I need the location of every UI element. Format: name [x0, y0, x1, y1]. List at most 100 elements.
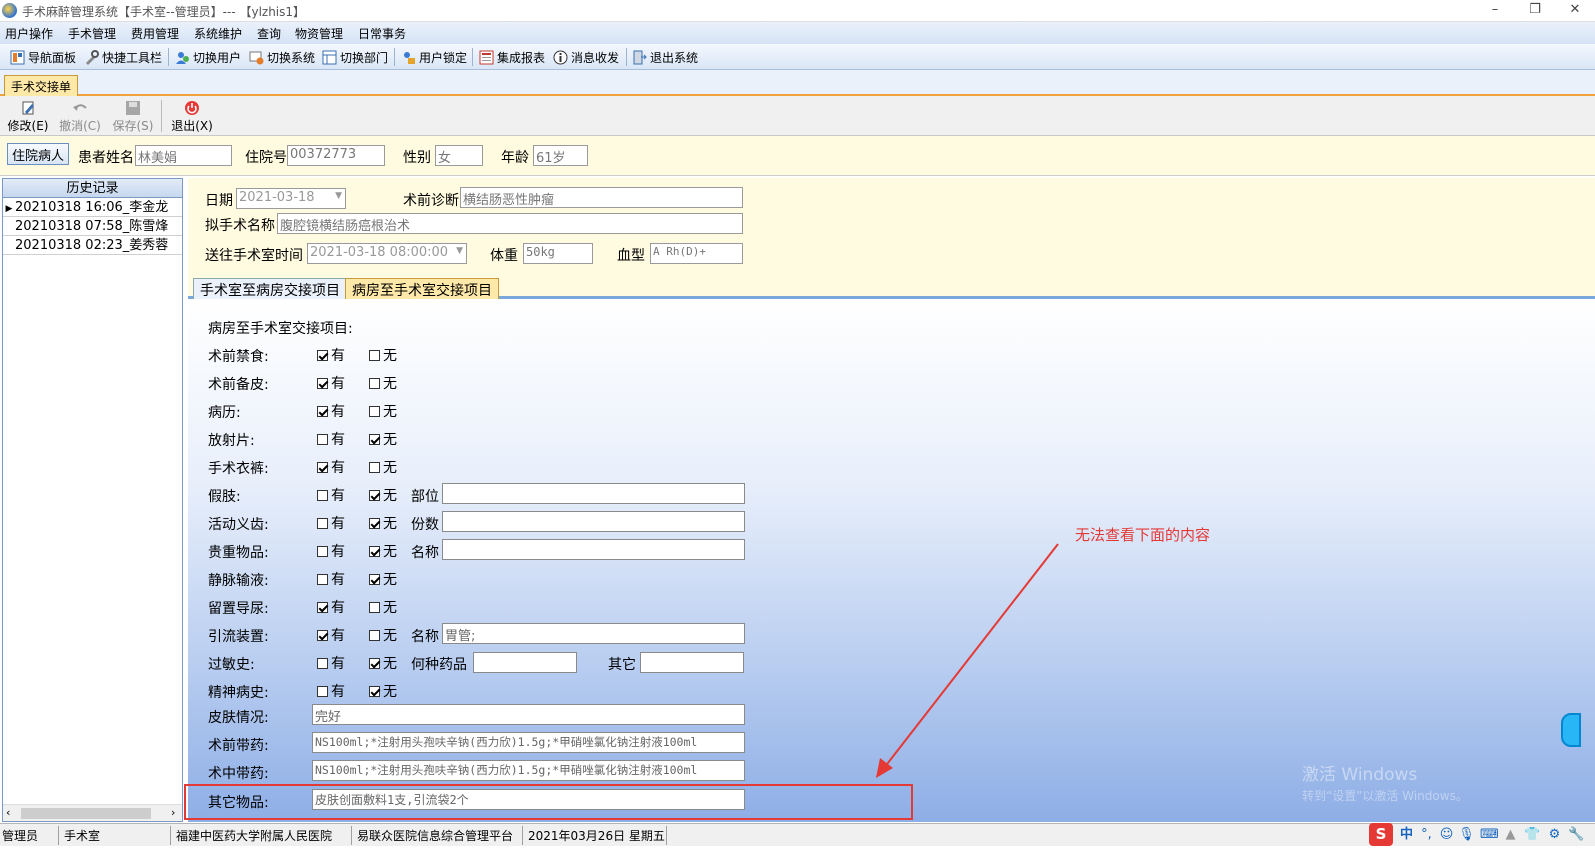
checkbox-no[interactable]: 无: [369, 541, 397, 561]
intraop-drug-field[interactable]: NS100ml;*注射用头孢呋辛钠(西力欣)1.5g;*甲硝唑氯化钠注射液100…: [312, 760, 745, 781]
handover-extra-field[interactable]: [442, 483, 745, 504]
toolbar-separator: [394, 48, 395, 66]
microphone-icon[interactable]: 🎙: [1458, 826, 1475, 843]
punctuation-icon[interactable]: °,: [1418, 826, 1435, 843]
keyboard-icon[interactable]: ⌨: [1480, 826, 1499, 843]
checkbox-no[interactable]: 无: [369, 457, 397, 477]
menu-surgery-mgmt[interactable]: 手术管理: [68, 25, 116, 42]
wrench-icon[interactable]: 🔧: [1568, 826, 1585, 843]
send-time-picker[interactable]: 2021-03-18 08:00:00 ▼: [307, 243, 467, 264]
toolbox-icon[interactable]: ⚙: [1546, 826, 1563, 843]
checkbox-yes[interactable]: 有: [317, 373, 345, 393]
admission-no-field[interactable]: 00372773: [287, 145, 385, 166]
sogou-ime-icon[interactable]: S: [1369, 823, 1393, 846]
history-hscrollbar[interactable]: ‹ ›: [3, 804, 182, 821]
checkbox-no[interactable]: 无: [369, 485, 397, 505]
checkbox-yes[interactable]: 有: [317, 457, 345, 477]
messages-button[interactable]: 消息收发: [553, 48, 619, 66]
scroll-thumb[interactable]: [21, 808, 151, 819]
checkbox-no[interactable]: 无: [369, 401, 397, 421]
undo-button[interactable]: 撤消(C): [54, 100, 106, 134]
diagnosis-field[interactable]: 横结肠恶性肿瘤: [460, 187, 743, 208]
annotation-text: 无法查看下面的内容: [1075, 526, 1211, 544]
history-row[interactable]: ▶ 20210318 16:06_李金龙: [3, 199, 182, 217]
handover-extra-field[interactable]: [442, 511, 745, 532]
tab-ward-to-or[interactable]: 病房至手术室交接项目: [345, 278, 499, 299]
allergy-drug-field[interactable]: [473, 652, 577, 673]
user-lock-button[interactable]: 用户锁定: [401, 48, 467, 66]
checkbox-yes[interactable]: 有: [317, 485, 345, 505]
exit-system-button[interactable]: 退出系统: [632, 48, 698, 66]
checkbox-no[interactable]: 无: [369, 625, 397, 645]
handover-extra-field[interactable]: [442, 539, 745, 560]
tab-or-to-ward[interactable]: 手术室至病房交接项目: [193, 278, 347, 299]
handover-item-label: 活动义齿:: [208, 517, 269, 533]
edit-button[interactable]: 修改(E): [2, 100, 54, 134]
save-button[interactable]: 保存(S): [107, 100, 159, 134]
menu-query[interactable]: 查询: [257, 25, 281, 42]
switch-dept-button[interactable]: 切换部门: [322, 48, 388, 66]
menu-system-maint[interactable]: 系统维护: [194, 25, 242, 42]
skin-icon[interactable]: ▲: [1502, 826, 1519, 843]
checkbox-yes[interactable]: 有: [317, 345, 345, 365]
preop-drug-field[interactable]: NS100ml;*注射用头孢呋辛钠(西力欣)1.5g;*甲硝唑氯化钠注射液100…: [312, 732, 745, 753]
allergy-other-field[interactable]: [640, 652, 744, 673]
checkbox-no[interactable]: 无: [369, 513, 397, 533]
checkbox-yes[interactable]: 有: [317, 429, 345, 449]
menu-user-ops[interactable]: 用户操作: [5, 25, 53, 42]
checkbox-no[interactable]: 无: [369, 681, 397, 701]
restore-button[interactable]: ❐: [1515, 0, 1555, 22]
close-button[interactable]: ✕: [1555, 0, 1595, 22]
menu-materials[interactable]: 物资管理: [295, 25, 343, 42]
shirt-icon[interactable]: 👕: [1524, 826, 1541, 843]
history-row[interactable]: 20210318 07:58_陈雪烽: [3, 218, 182, 236]
menu-daily-affairs[interactable]: 日常事务: [358, 25, 406, 42]
scroll-right-icon[interactable]: ›: [171, 806, 175, 819]
checkbox-label: 无: [383, 516, 397, 532]
history-row[interactable]: 20210318 02:23_姜秀蓉: [3, 237, 182, 255]
checkbox-no[interactable]: 无: [369, 653, 397, 673]
switch-system-button[interactable]: 切换系统: [249, 48, 315, 66]
exit-button[interactable]: 退出(X): [166, 100, 218, 134]
scroll-left-icon[interactable]: ‹: [6, 806, 10, 819]
handover-extra-field[interactable]: 胃管;: [442, 623, 745, 644]
checkbox-yes[interactable]: 有: [317, 625, 345, 645]
emoji-icon[interactable]: ☺: [1438, 826, 1455, 843]
checkbox-yes[interactable]: 有: [317, 681, 345, 701]
age-field[interactable]: 61岁: [533, 145, 588, 166]
checkbox-no[interactable]: 无: [369, 597, 397, 617]
surgery-name-field[interactable]: 腹腔镜横结肠癌根治术: [277, 213, 743, 234]
patient-name-field[interactable]: 林美娟: [135, 145, 232, 166]
ime-mode-indicator[interactable]: 中: [1398, 826, 1415, 843]
checkbox-yes[interactable]: 有: [317, 597, 345, 617]
quick-toolbar-button[interactable]: 快捷工具栏: [84, 48, 162, 66]
blood-type-label: 血型: [617, 248, 645, 264]
weight-field[interactable]: 50kg: [523, 243, 593, 264]
tab-surgery-handover[interactable]: 手术交接单: [4, 75, 79, 96]
action-separator: [161, 100, 162, 132]
blood-type-field[interactable]: A Rh(D)+: [650, 243, 743, 264]
minimize-button[interactable]: –: [1475, 0, 1515, 22]
lock-icon: [401, 50, 416, 65]
history-header: 历史记录: [3, 179, 182, 198]
date-picker[interactable]: 2021-03-18 ▼: [236, 188, 346, 209]
checkbox-yes[interactable]: 有: [317, 569, 345, 589]
floating-assistant-icon[interactable]: [1561, 713, 1581, 747]
skin-field[interactable]: 完好: [312, 704, 745, 725]
sex-field[interactable]: 女: [435, 145, 483, 166]
checkbox-no[interactable]: 无: [369, 569, 397, 589]
menu-fee-mgmt[interactable]: 费用管理: [131, 25, 179, 42]
nav-panel-button[interactable]: 导航面板: [10, 48, 76, 66]
switch-user-button[interactable]: 切换用户: [175, 48, 241, 66]
checkbox-no[interactable]: 无: [369, 345, 397, 365]
inpatient-button[interactable]: 住院病人: [7, 143, 70, 165]
checkbox-no[interactable]: 无: [369, 373, 397, 393]
checkbox-no[interactable]: 无: [369, 429, 397, 449]
checkbox-yes[interactable]: 有: [317, 653, 345, 673]
checkbox-label: 无: [383, 432, 397, 448]
integrated-report-button[interactable]: 集成报表: [479, 48, 545, 66]
checkbox-yes[interactable]: 有: [317, 541, 345, 561]
checkbox-yes[interactable]: 有: [317, 401, 345, 421]
checkbox-empty-icon: [317, 657, 328, 669]
checkbox-yes[interactable]: 有: [317, 513, 345, 533]
